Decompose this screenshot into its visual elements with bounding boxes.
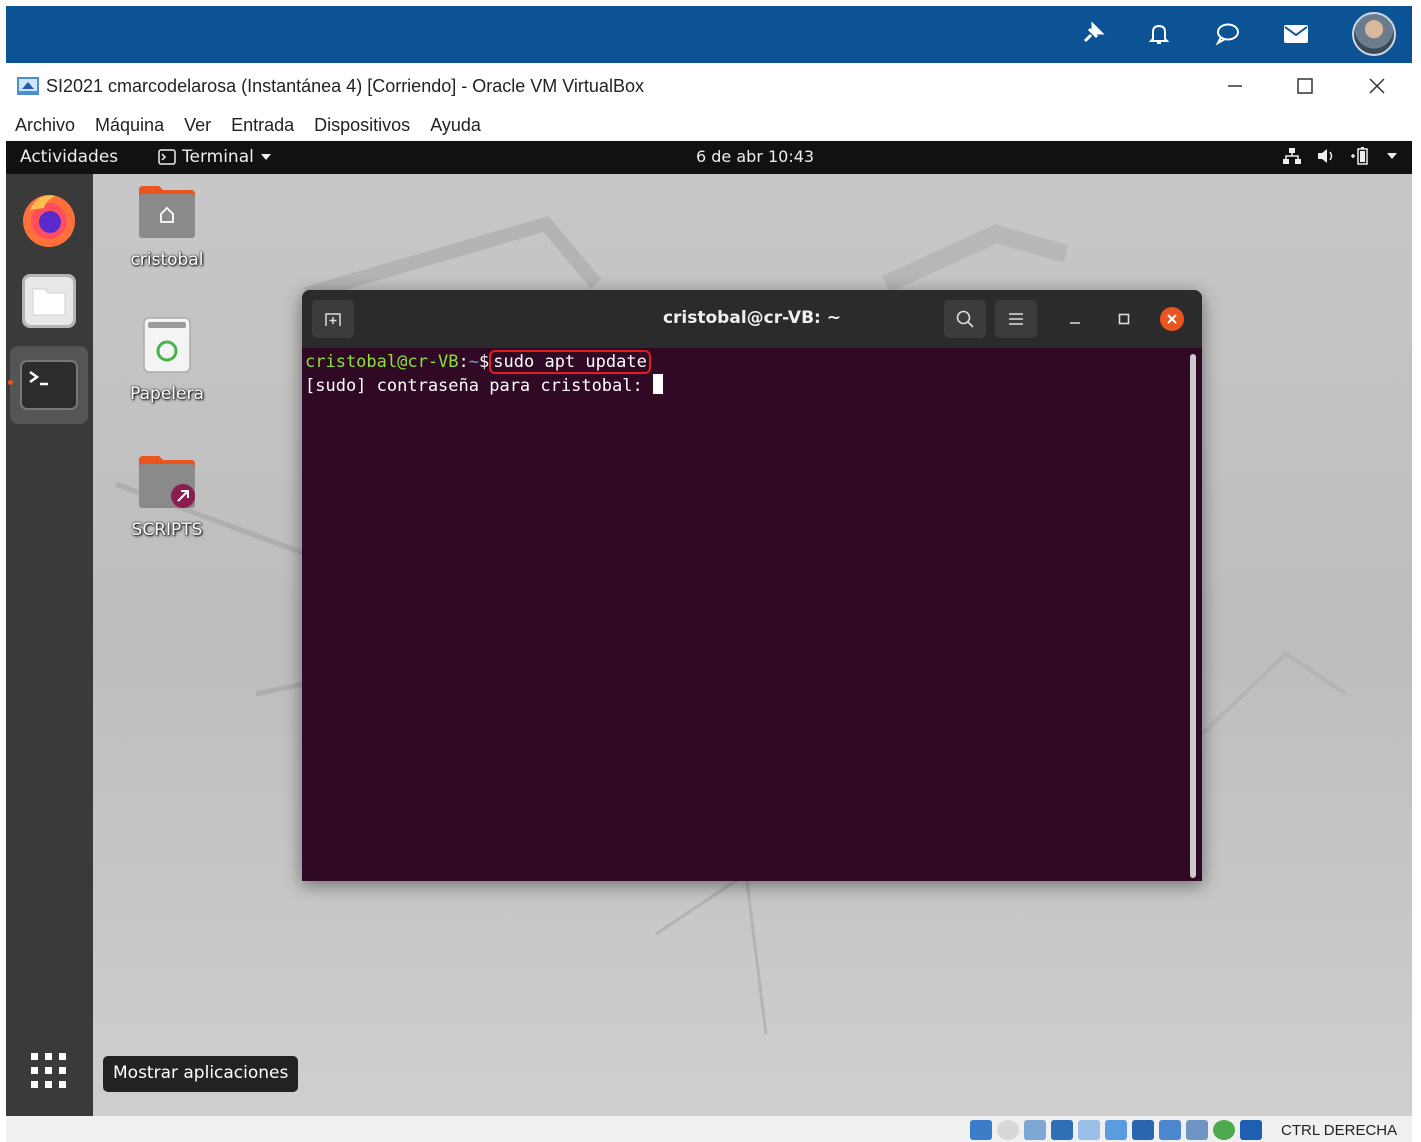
terminal-close-button[interactable] [1160,307,1184,331]
pin-icon[interactable] [1074,16,1110,52]
mouse-integration-icon[interactable] [1240,1120,1262,1140]
terminal-line-command: cristobal@cr-VB:~$ sudo apt update [305,350,1199,374]
sudo-password-prompt: [sudo] contraseña para cristobal: [305,376,653,396]
menu-ver[interactable]: Ver [184,109,211,141]
display-icon[interactable] [1132,1120,1154,1140]
user-avatar[interactable] [1352,12,1396,56]
desktop-icon-cristobal[interactable]: cristobal [112,184,222,270]
menu-entrada[interactable]: Entrada [231,109,294,141]
chat-icon[interactable] [1209,16,1245,52]
menu-dispositivos[interactable]: Dispositivos [314,109,410,141]
search-icon [956,310,974,328]
virtualization-icon[interactable] [1213,1120,1235,1140]
terminal-window[interactable]: cristobal@cr-VB: ~ cristobal@cr-VB:~$ sud… [302,290,1202,881]
virtualbox-title-bar: SI2021 cmarcodelarosa (Instantánea 4) [C… [6,63,1412,109]
video-capture-icon[interactable] [1159,1120,1181,1140]
app-grid-icon [31,1053,66,1088]
terminal-scrollbar[interactable] [1190,354,1196,878]
terminal-header-bar[interactable]: cristobal@cr-VB: ~ [302,290,1202,348]
home-folder-icon [139,186,195,238]
prompt-colon: : [458,352,469,372]
running-indicator [8,380,13,385]
menu-maquina[interactable]: Máquina [95,109,164,141]
maximize-button[interactable] [1287,71,1323,101]
firefox-icon [23,195,75,247]
optical-drive-icon[interactable] [997,1120,1019,1140]
terminal-content[interactable]: cristobal@cr-VB:~$ sudo apt update [sudo]… [302,348,1202,881]
mail-icon[interactable] [1278,16,1314,52]
desktop-icon-scripts[interactable]: SCRIPTS [112,454,222,540]
virtualbox-app-icon [16,74,40,98]
status-icons [970,1120,1262,1140]
desktop-icon-label: Papelera [130,384,204,404]
host-key-label: CTRL DERECHA [1281,1122,1398,1139]
network-icon [1283,148,1301,164]
audio-icon[interactable] [1024,1120,1046,1140]
desktop-icon-papelera[interactable]: Papelera [112,316,222,404]
desktop: cristobal Papelera SCRIPTS Mostrar aplic… [6,174,1412,1116]
close-icon [1167,314,1177,324]
minimize-icon [1070,322,1080,324]
network-adapter-icon[interactable] [1051,1120,1073,1140]
ubuntu-top-bar: Actividades Terminal 6 de abr 10:43 [6,141,1412,174]
terminal-icon [20,360,78,410]
terminal-launcher[interactable] [10,346,88,424]
prompt-symbol: $ [479,352,490,372]
chevron-down-icon [1387,153,1397,159]
prompt-path: ~ [468,352,480,372]
volume-icon [1318,149,1333,163]
terminal-minimize-button[interactable] [1064,308,1086,330]
highlighted-command: sudo apt update [489,350,651,374]
menu-archivo[interactable]: Archivo [15,109,75,141]
menu-ayuda[interactable]: Ayuda [430,109,481,141]
desktop-icon-label: cristobal [130,250,204,270]
search-button[interactable] [944,300,986,338]
virtualbox-status-bar: CTRL DERECHA [6,1116,1412,1142]
trash-icon [143,317,191,373]
battery-icon [1351,147,1368,165]
bell-icon[interactable] [1141,16,1177,52]
text-cursor [653,374,663,394]
window-title: SI2021 cmarcodelarosa (Instantánea 4) [C… [46,76,644,96]
files-launcher[interactable] [10,262,88,340]
hamburger-menu-button[interactable] [995,300,1037,338]
maximize-icon [1118,313,1130,325]
hamburger-menu-icon [1009,313,1023,325]
virtualbox-menu-bar: Archivo Máquina Ver Entrada Dispositivos… [6,109,1412,141]
usb-icon[interactable] [1078,1120,1100,1140]
files-icon [22,274,76,328]
app-menu-label: Terminal [182,147,254,167]
chevron-down-icon [260,154,271,160]
prompt-user: cristobal@cr-VB [305,352,459,372]
dock [6,174,93,1116]
hard-disk-icon[interactable] [970,1120,992,1140]
activities-button[interactable]: Actividades [20,147,118,167]
close-button[interactable] [1359,71,1395,101]
terminal-maximize-button[interactable] [1113,308,1135,330]
folder-link-icon [139,456,195,508]
show-apps-button[interactable] [10,1032,88,1110]
minimize-button[interactable] [1217,71,1253,101]
show-apps-tooltip: Mostrar aplicaciones [103,1056,299,1092]
firefox-launcher[interactable] [10,180,88,258]
host-top-bar [6,6,1412,63]
app-menu[interactable]: Terminal [158,147,272,167]
recording-icon[interactable] [1186,1120,1208,1140]
shared-folders-icon[interactable] [1105,1120,1127,1140]
desktop-icon-label: SCRIPTS [131,520,203,540]
system-tray[interactable] [1282,146,1398,166]
terminal-line-password: [sudo] contraseña para cristobal: [305,374,1199,396]
terminal-small-icon [158,149,176,165]
clock[interactable]: 6 de abr 10:43 [696,147,814,166]
